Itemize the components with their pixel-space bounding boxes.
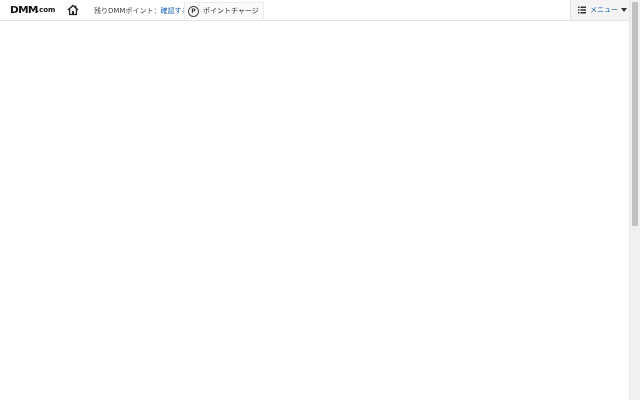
point-charge-label: ポイントチャージ [203,7,259,15]
point-charge-button[interactable]: P ポイントチャージ [184,2,264,19]
point-icon: P [188,5,199,17]
menu-button[interactable]: メニュー [570,0,631,20]
home-icon[interactable] [67,4,79,16]
scrollbar-thumb[interactable] [632,2,638,226]
remaining-points: 残りDMMポイント： 確認する [94,5,188,16]
logo-suffix-text: .com [36,6,56,14]
logo-main-text: DMM [10,4,38,16]
page: DMM .com 残りDMMポイント： 確認する P ポイントチャージ メニュー [0,0,640,400]
points-label: 残りDMMポイント： [94,6,161,15]
vertical-scrollbar[interactable] [629,0,640,400]
main-content-area [0,21,630,400]
menu-label: メニュー [590,6,618,14]
top-navigation-bar: DMM .com 残りDMMポイント： 確認する P ポイントチャージ メニュー [0,0,631,21]
dmm-logo[interactable]: DMM .com [10,4,55,16]
list-icon [578,6,586,14]
chevron-down-icon [621,8,627,12]
